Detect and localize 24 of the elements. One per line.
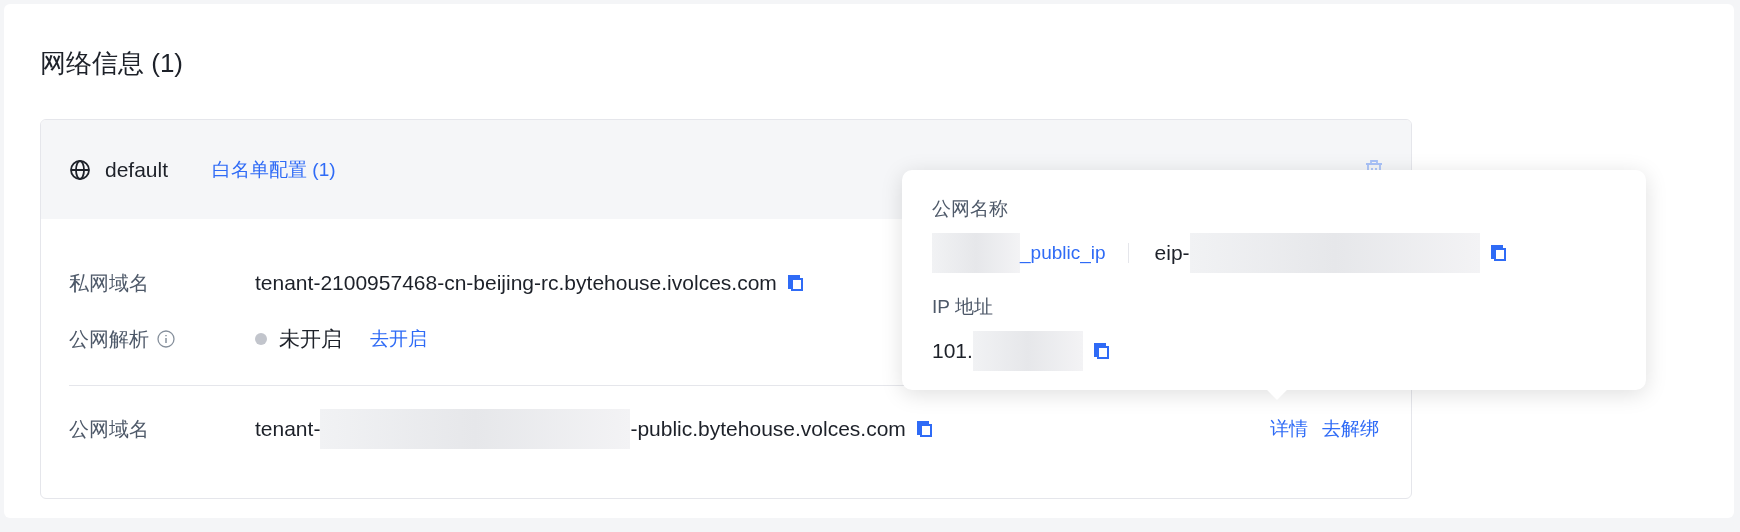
popover-label: 公网名称 [932,197,1009,221]
ip-prefix: 101. [932,339,973,363]
domain-prefix: tenant- [255,417,321,441]
field-label: 公网域名 [69,416,149,442]
copy-icon[interactable] [1092,342,1111,360]
action-link[interactable]: 详情 [1270,416,1308,442]
field-label: 公网解析 [69,326,149,352]
whitelist-link[interactable]: 白名单配置 (1) [212,156,336,183]
copy-icon[interactable] [915,420,934,438]
popover-label: IP 地址 [932,295,994,319]
globe-icon [69,158,91,181]
info-icon[interactable] [157,330,175,348]
network-name: default [105,157,169,182]
section-title: 网络信息 (1) [40,47,184,80]
status-text: 未开启 [279,326,342,352]
field-value: tenant-2100957468-cn-beijing-rc.bytehouse.ivolces.com [255,271,777,295]
eip-prefix: eip- [1154,241,1190,265]
field-label: 私网域名 [69,270,149,296]
action-link[interactable]: 去解绑 [1322,416,1379,442]
copy-icon[interactable] [786,274,805,292]
enable-link[interactable]: 去开启 [370,326,427,352]
public-ip-name-link[interactable]: _public_ip [1020,242,1106,264]
domain-suffix: -public.bytehouse.volces.com [630,417,906,441]
copy-icon[interactable] [1489,244,1508,262]
